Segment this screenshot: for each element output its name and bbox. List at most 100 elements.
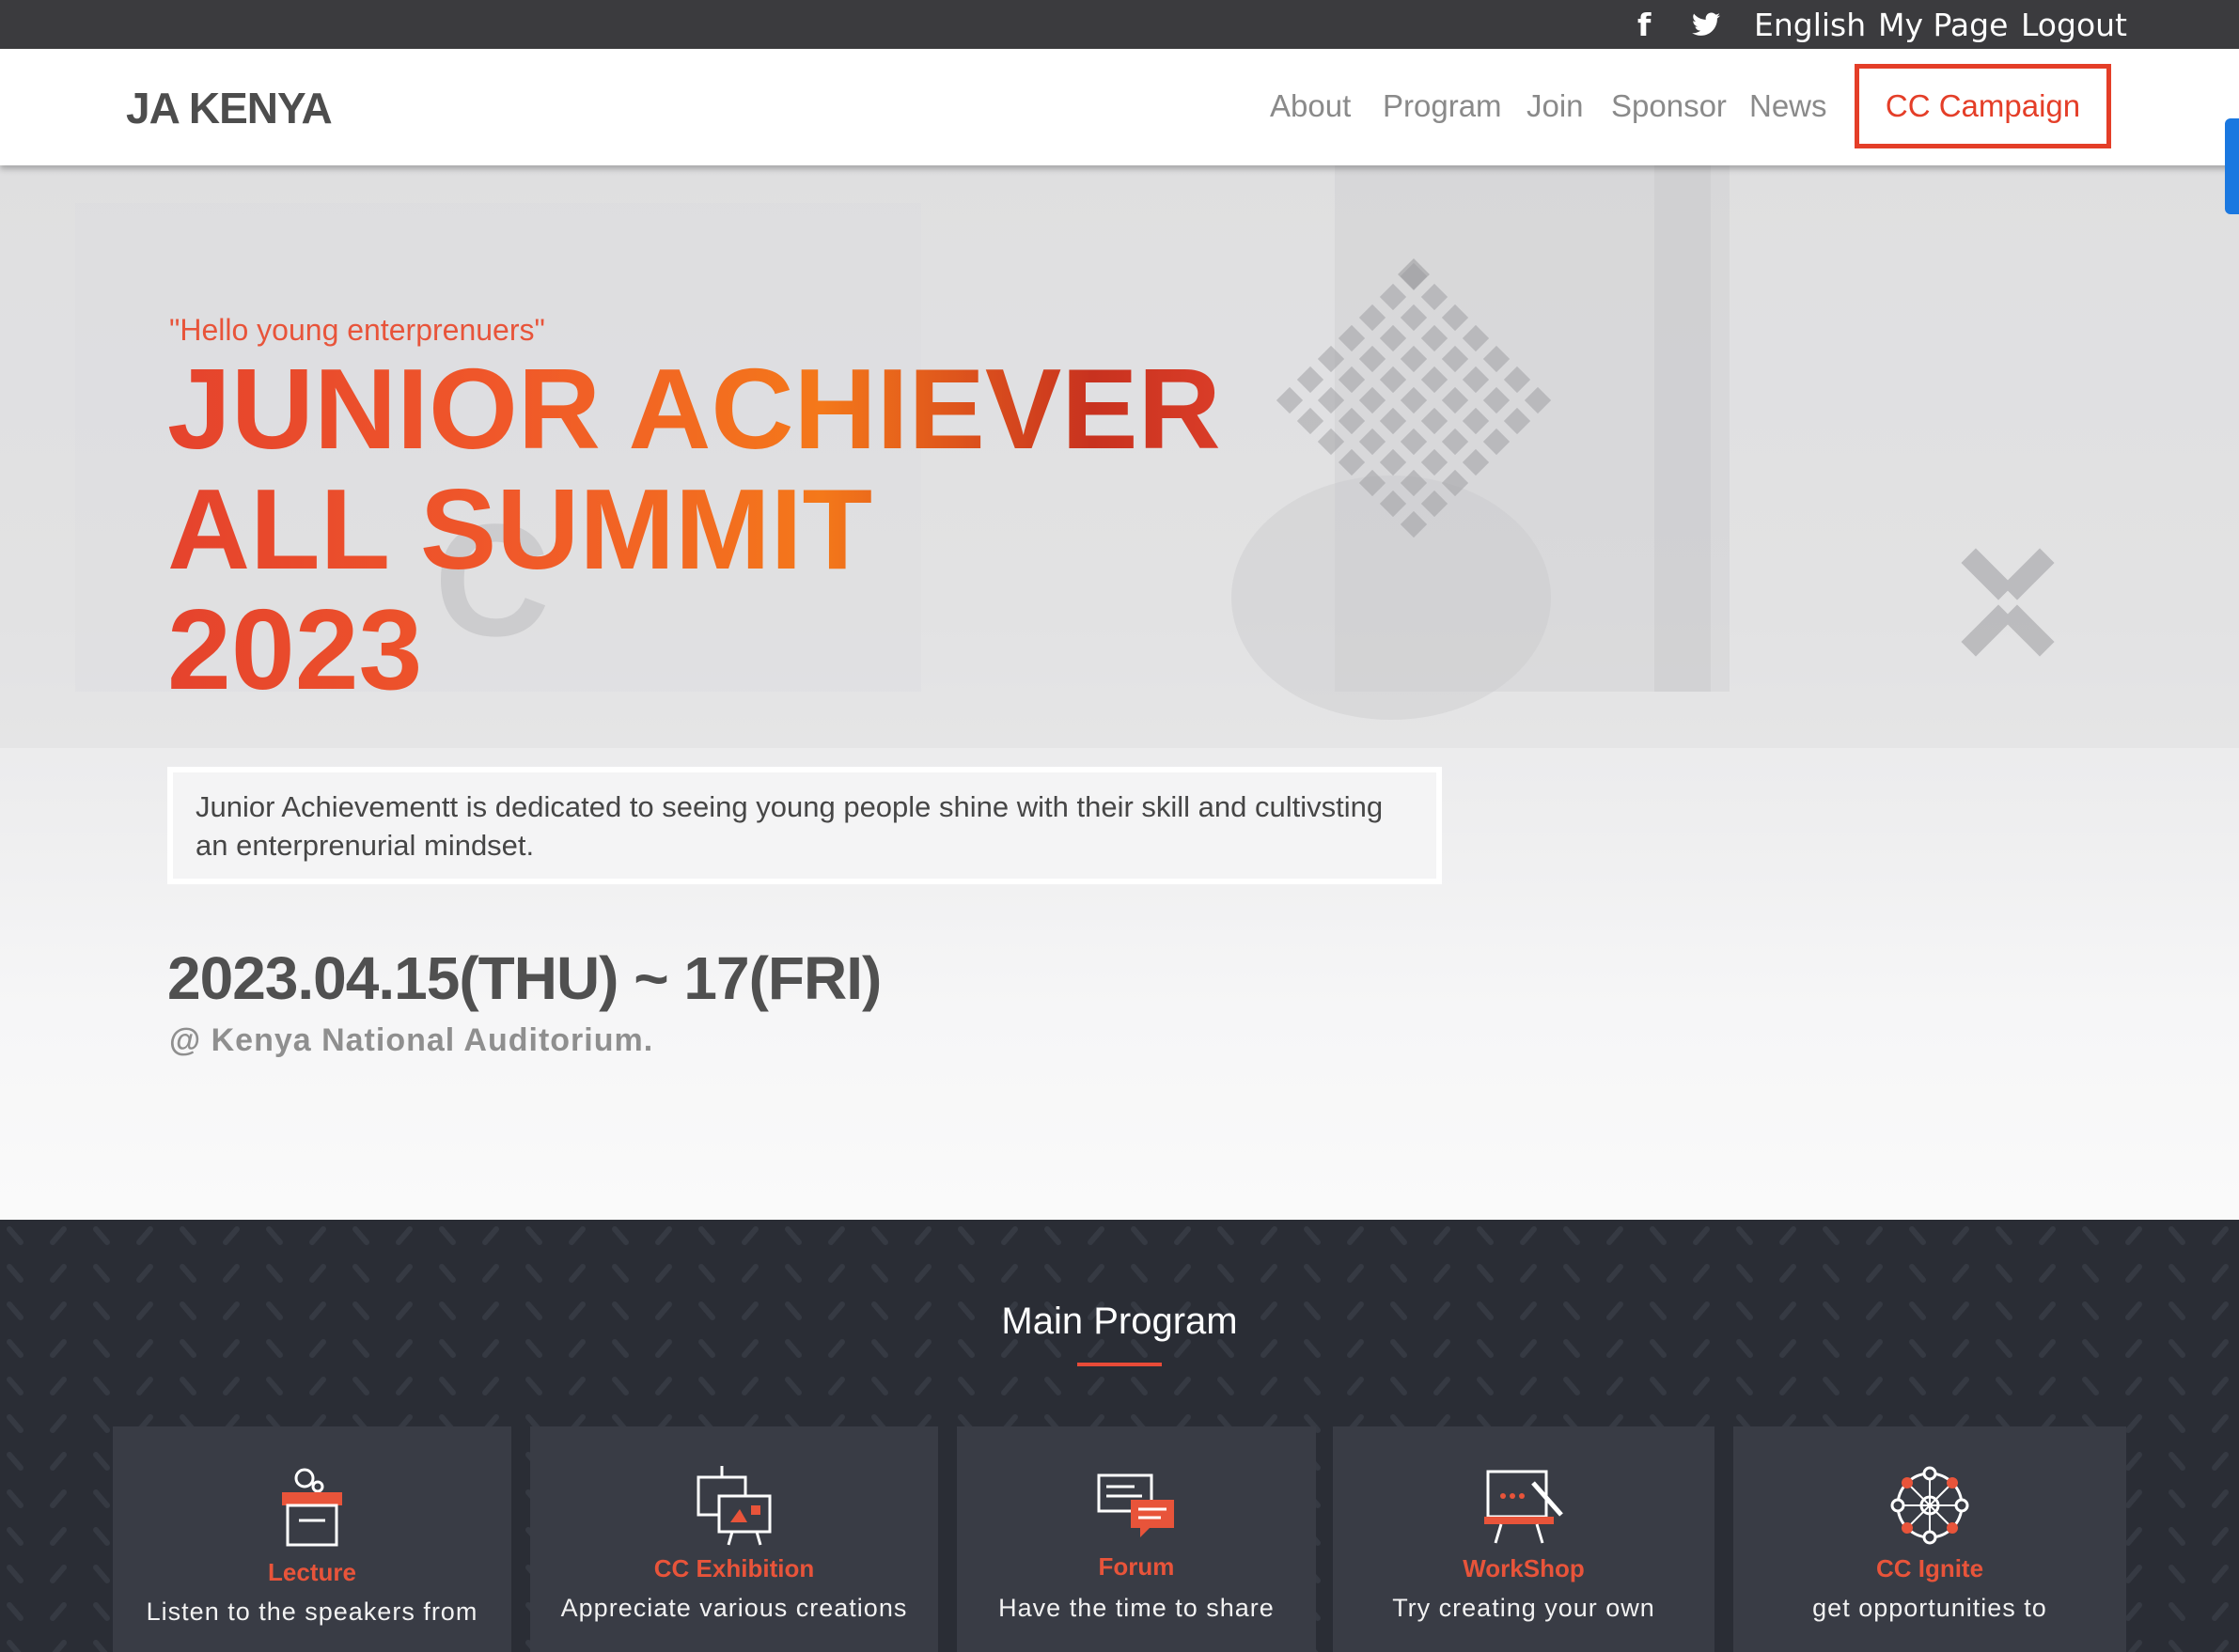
lecture-podium-icon (282, 1468, 342, 1547)
nav-link-join[interactable]: Join (1527, 88, 1584, 124)
nav-link-about[interactable]: About (1270, 88, 1351, 124)
pattern-dash (1693, 1264, 1710, 1283)
pattern-dash (1779, 1377, 1796, 1395)
pattern-dash (1477, 1339, 1494, 1358)
program-card-cc-exhibition[interactable]: CC Exhibition Appreciate various creatio… (530, 1426, 938, 1652)
pattern-dash (1088, 1226, 1104, 1245)
pattern-dash (1347, 1264, 1364, 1283)
pattern-dash (1131, 1226, 1148, 1245)
pattern-dash (352, 1339, 369, 1358)
pattern-dash (915, 1377, 932, 1395)
pattern-dash (612, 1226, 629, 1245)
pattern-dash (1736, 1264, 1753, 1283)
language-link[interactable]: English (1754, 0, 1866, 49)
pattern-dash (915, 1339, 932, 1358)
pattern-dash (1650, 1339, 1667, 1358)
pattern-dash (1433, 1339, 1450, 1358)
pattern-dash (50, 1339, 67, 1358)
pattern-dash (2169, 1339, 2185, 1358)
facebook-icon[interactable]: f (1637, 0, 1651, 49)
pattern-dash (50, 1452, 67, 1471)
pattern-dash (1131, 1339, 1148, 1358)
pattern-dash (7, 1527, 23, 1546)
pattern-dash (7, 1489, 23, 1508)
pattern-dash (612, 1339, 629, 1358)
program-card-lecture[interactable]: Lecture Listen to the speakers from (113, 1426, 511, 1652)
pattern-dash (396, 1377, 413, 1395)
pattern-dash (742, 1377, 759, 1395)
pattern-dash (50, 1489, 67, 1508)
pattern-dash (93, 1377, 110, 1395)
pattern-dash (698, 1226, 715, 1245)
pattern-dash (785, 1339, 802, 1358)
hero-description-box: Junior Achievementt is dedicated to seei… (167, 767, 1442, 884)
pattern-dash (309, 1377, 326, 1395)
pattern-dash (1650, 1377, 1667, 1395)
pattern-dash (2125, 1226, 2142, 1245)
event-venue: @ Kenya National Auditorium. (169, 1022, 654, 1058)
hero-title-line-1: JUNIOR ACHIEVER (167, 345, 1221, 473)
pattern-dash (1563, 1339, 1580, 1358)
pattern-dash (1001, 1339, 1018, 1358)
pattern-dash (50, 1377, 67, 1395)
pattern-dash (1693, 1339, 1710, 1358)
pattern-dash (1952, 1226, 1969, 1245)
program-card-text: Appreciate various creations (560, 1594, 908, 1622)
pattern-dash (2127, 1640, 2142, 1652)
side-feedback-tab[interactable] (2225, 118, 2239, 214)
pattern-dash (93, 1527, 110, 1546)
program-card-text: Try creating your own (1392, 1594, 1655, 1622)
pattern-dash (2125, 1527, 2142, 1546)
logout-link[interactable]: Logout (2021, 0, 2127, 49)
pattern-dash (1044, 1264, 1061, 1283)
pattern-dash (828, 1264, 845, 1283)
pattern-dash (1347, 1339, 1364, 1358)
nav-link-news[interactable]: News (1749, 88, 1827, 124)
pattern-dash (1952, 1339, 1969, 1358)
pattern-dash (2125, 1414, 2142, 1433)
pattern-dash (7, 1452, 23, 1471)
pattern-dash (1736, 1377, 1753, 1395)
nav-link-program[interactable]: Program (1383, 88, 1502, 124)
pattern-dash (266, 1339, 283, 1358)
twitter-icon[interactable] (1692, 0, 1720, 49)
program-card-cc-ignite[interactable]: CC Ignite get opportunities to (1733, 1426, 2126, 1652)
pattern-dash (93, 1602, 110, 1621)
pattern-dash (871, 1264, 888, 1283)
pattern-dash (698, 1339, 715, 1358)
pattern-dash (309, 1226, 326, 1245)
pattern-dash (2039, 1339, 2056, 1358)
pattern-dash (50, 1414, 67, 1433)
pattern-dash (785, 1264, 802, 1283)
cc-campaign-button[interactable]: CC Campaign (1855, 64, 2111, 148)
pattern-dash (1477, 1377, 1494, 1395)
main-program-section: Main Program Lecture Listen to the speak… (0, 1220, 2239, 1652)
pattern-dash (655, 1264, 672, 1283)
cc-campaign-label: CC Campaign (1885, 88, 2081, 123)
pattern-dash (439, 1339, 456, 1358)
pattern-dash (1693, 1377, 1710, 1395)
pattern-dash (2125, 1565, 2142, 1583)
pattern-dash (525, 1264, 542, 1283)
program-card-workshop[interactable]: WorkShop Try creating your own (1333, 1426, 1714, 1652)
my-page-link[interactable]: My Page (1878, 0, 2008, 49)
pattern-dash (742, 1339, 759, 1358)
pattern-dash (2212, 1565, 2229, 1583)
pattern-dash (352, 1226, 369, 1245)
pattern-dash (1131, 1264, 1148, 1283)
pattern-dash (525, 1226, 542, 1245)
pattern-dash (1909, 1339, 1926, 1358)
pattern-dash (2125, 1452, 2142, 1471)
pattern-dash (1174, 1226, 1191, 1245)
pattern-dash (2212, 1414, 2229, 1433)
pattern-dash (2212, 1377, 2229, 1395)
nav-link-sponsor[interactable]: Sponsor (1611, 88, 1727, 124)
pattern-dash (52, 1640, 67, 1652)
program-card-forum[interactable]: Forum Have the time to share (957, 1426, 1316, 1652)
brand-logo[interactable]: JA KENYA (126, 83, 333, 133)
pattern-dash (439, 1226, 456, 1245)
pattern-dash (1996, 1339, 2012, 1358)
pattern-dash (2082, 1226, 2099, 1245)
pattern-dash (915, 1226, 932, 1245)
pattern-dash (1520, 1264, 1537, 1283)
